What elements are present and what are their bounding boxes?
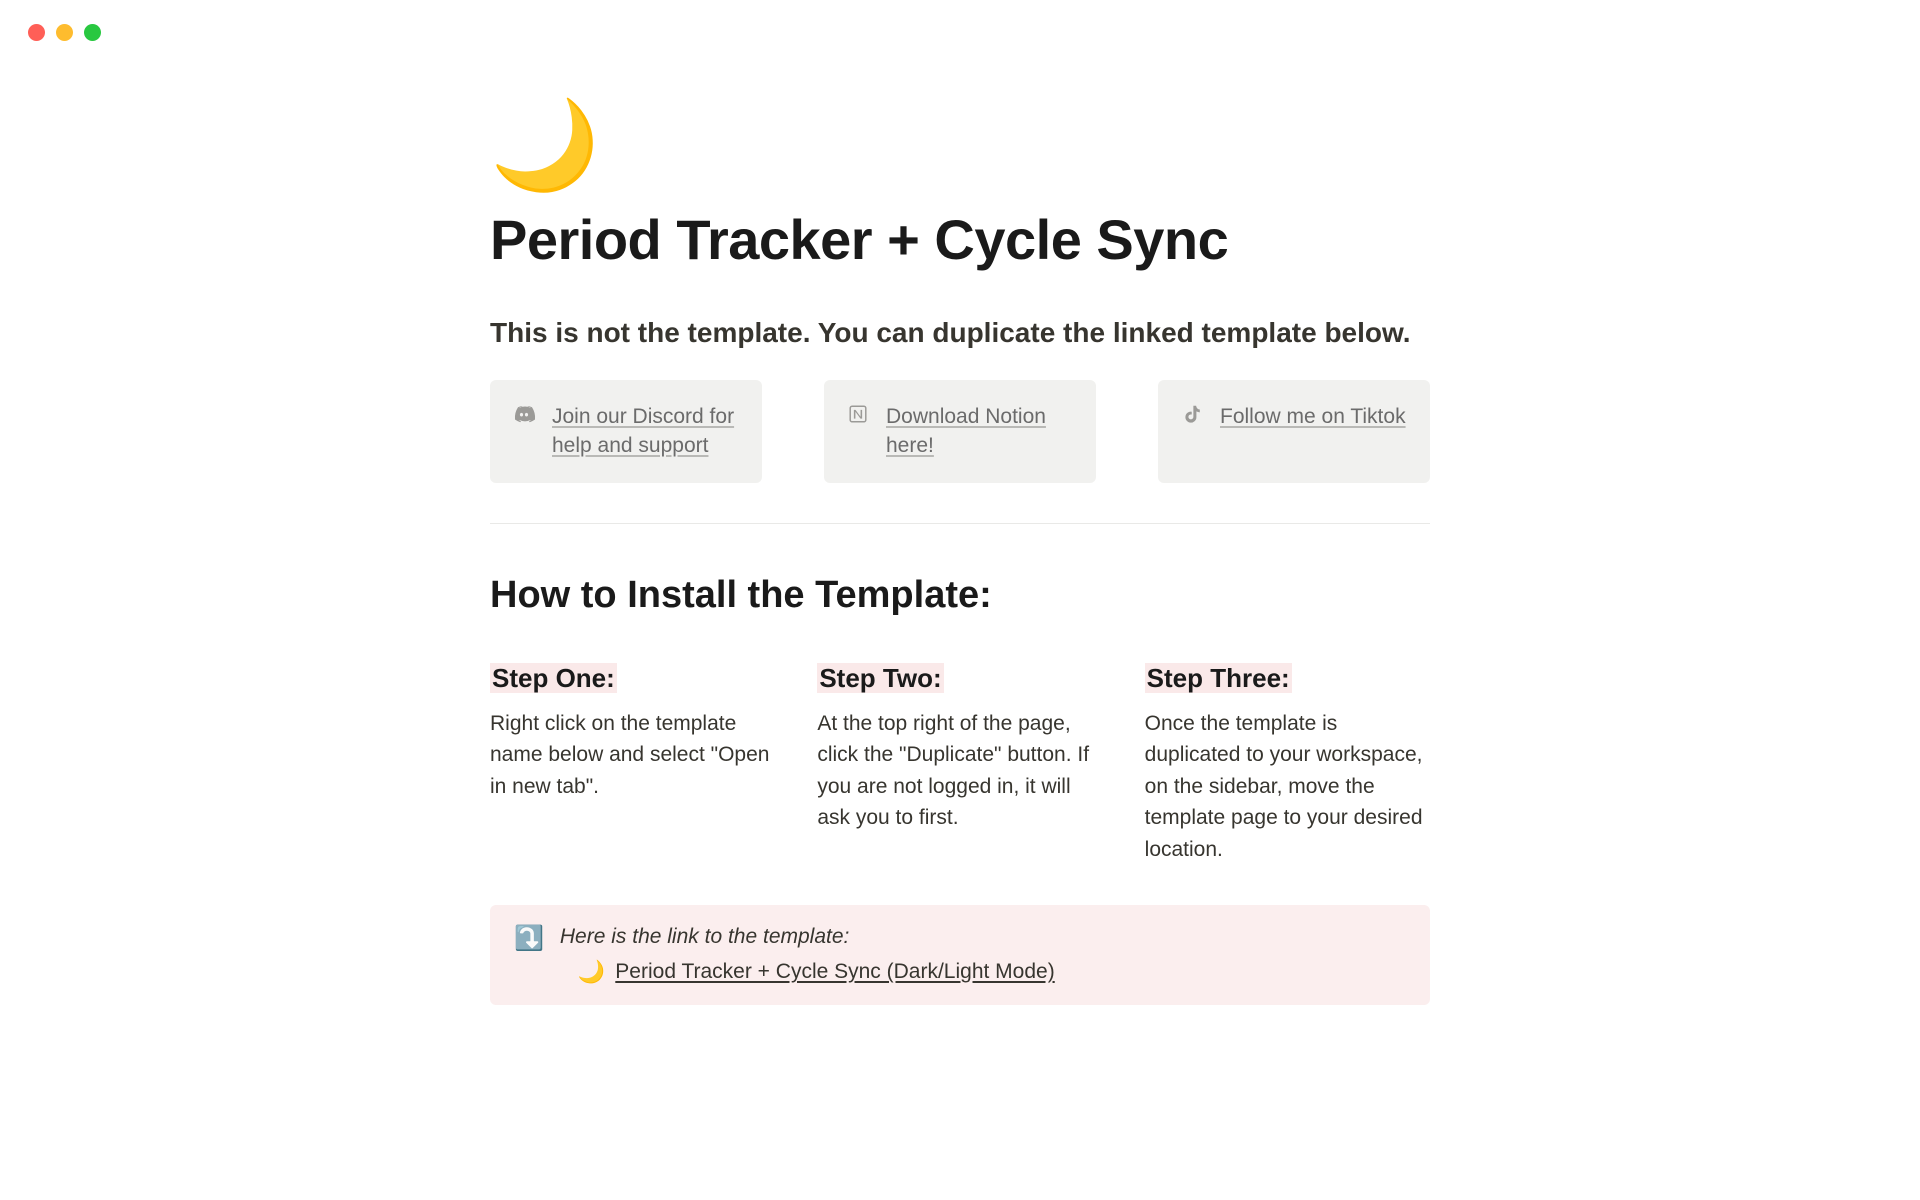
notion-icon <box>846 402 870 426</box>
window-zoom-icon[interactable] <box>84 24 101 41</box>
step-two: Step Two: At the top right of the page, … <box>817 663 1102 866</box>
step-two-body: At the top right of the page, click the … <box>817 708 1102 834</box>
step-three-body: Once the template is duplicated to your … <box>1145 708 1430 866</box>
callout-row: Join our Discord for help and support Do… <box>490 380 1430 483</box>
window-minimize-icon[interactable] <box>56 24 73 41</box>
callout-notion[interactable]: Download Notion here! <box>824 380 1096 483</box>
window-close-icon[interactable] <box>28 24 45 41</box>
discord-icon <box>512 402 536 426</box>
page-subtitle: This is not the template. You can duplic… <box>490 314 1430 352</box>
template-link-text: Period Tracker + Cycle Sync (Dark/Light … <box>615 960 1054 984</box>
arrow-down-right-icon: ⤵️ <box>514 925 544 954</box>
callout-tiktok[interactable]: Follow me on Tiktok <box>1158 380 1430 483</box>
page-content: 🌙 Period Tracker + Cycle Sync This is no… <box>480 101 1440 1005</box>
template-link-callout: ⤵️ Here is the link to the template: 🌙 P… <box>490 905 1430 1005</box>
steps-row: Step One: Right click on the template na… <box>490 663 1430 866</box>
install-title: How to Install the Template: <box>490 574 1430 617</box>
step-one-heading: Step One: <box>490 663 617 693</box>
step-two-heading: Step Two: <box>817 663 943 693</box>
step-three-heading: Step Three: <box>1145 663 1292 693</box>
callout-tiktok-text: Follow me on Tiktok <box>1220 402 1406 431</box>
step-three: Step Three: Once the template is duplica… <box>1145 663 1430 866</box>
step-one: Step One: Right click on the template na… <box>490 663 775 866</box>
step-one-body: Right click on the template name below a… <box>490 708 775 803</box>
window-chrome <box>0 0 1920 41</box>
moon-icon: 🌙 <box>578 959 605 985</box>
page-icon: 🌙 <box>490 101 600 189</box>
callout-notion-text: Download Notion here! <box>886 402 1074 461</box>
tiktok-icon <box>1180 402 1204 426</box>
page-title: Period Tracker + Cycle Sync <box>490 207 1430 272</box>
divider <box>490 523 1430 524</box>
callout-discord[interactable]: Join our Discord for help and support <box>490 380 762 483</box>
callout-discord-text: Join our Discord for help and support <box>552 402 740 461</box>
template-callout-intro: Here is the link to the template: <box>560 925 1406 949</box>
template-link-row[interactable]: 🌙 Period Tracker + Cycle Sync (Dark/Ligh… <box>560 959 1406 985</box>
